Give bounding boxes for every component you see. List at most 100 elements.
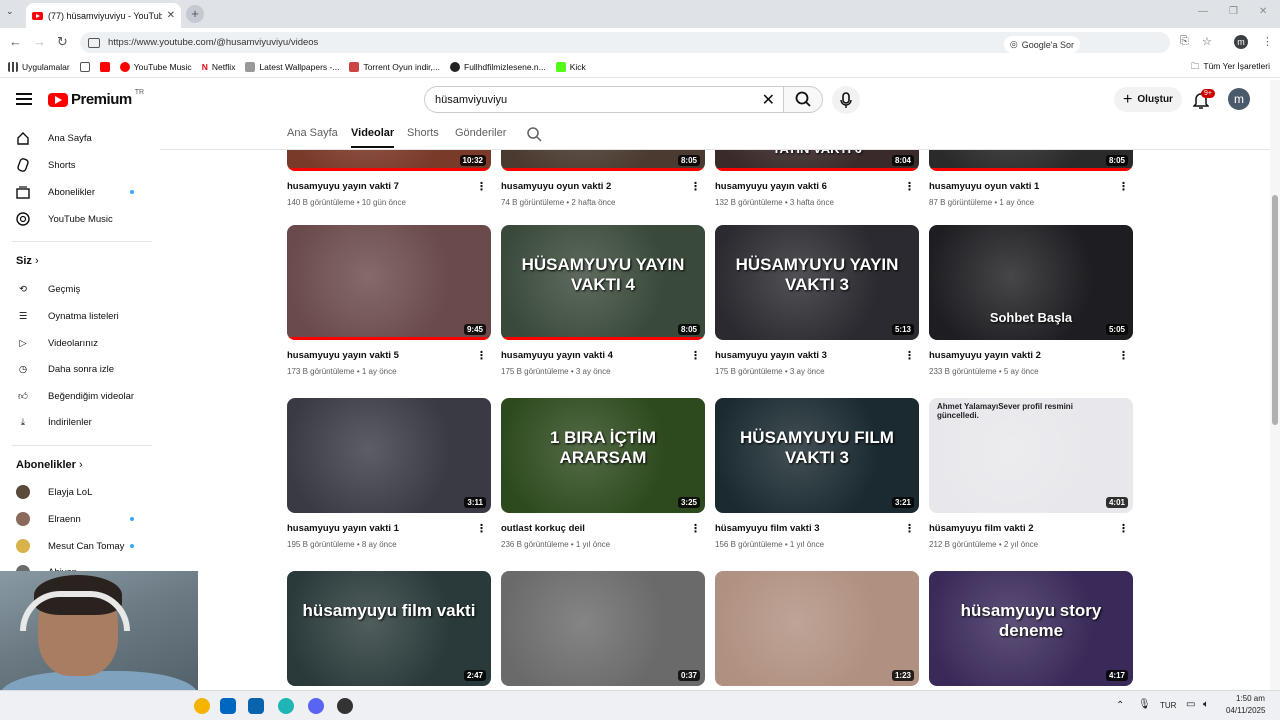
tab-posts[interactable]: Gönderiler — [455, 127, 506, 139]
video-card[interactable]: hüsamyuyu film vakti 2:47 — [287, 571, 491, 690]
video-thumbnail[interactable]: HÜSAMYUYU FILM VAKTI 3 3:21 — [715, 398, 919, 513]
sidebar-item-your-videos[interactable]: ▷ Videolarınız — [16, 330, 146, 356]
video-more-actions-icon[interactable]: ⋮ — [476, 349, 487, 362]
video-thumbnail[interactable]: 0:37 — [501, 571, 705, 686]
sidebar-item-liked-videos[interactable]: 👍︎ Beğendiğim videolar — [16, 383, 146, 409]
video-card[interactable]: 1:23 — [715, 571, 919, 690]
tray-microphone-icon[interactable]: 🎙︎ — [1138, 699, 1151, 710]
tab-shorts[interactable]: Shorts — [407, 127, 439, 139]
video-title[interactable]: husamyuyu yayın vakti 4 — [501, 350, 681, 361]
video-card[interactable]: hüsamyuyu story deneme 4:17 — [929, 571, 1133, 690]
clear-search-icon[interactable]: ✕ — [762, 90, 775, 110]
tab-search-icon[interactable]: ⌄ — [6, 6, 14, 17]
video-thumbnail[interactable]: 1:23 — [715, 571, 919, 686]
chrome-taskbar-icon[interactable] — [194, 698, 210, 714]
video-thumbnail[interactable]: hüsamyuyu film vakti 2:47 — [287, 571, 491, 686]
tray-chevron-icon[interactable]: ⌃ — [1116, 700, 1124, 711]
address-bar[interactable]: https://www.youtube.com/@husamviyuviyu/v… — [80, 32, 1170, 53]
video-more-actions-icon[interactable]: ⋮ — [1118, 180, 1129, 193]
bookmark-apps[interactable]: Uygulamalar — [8, 61, 70, 72]
video-more-actions-icon[interactable]: ⋮ — [1118, 349, 1129, 362]
new-tab-button[interactable]: + — [186, 5, 204, 23]
minimize-icon[interactable]: — — [1198, 6, 1208, 17]
account-avatar[interactable]: m — [1228, 88, 1250, 110]
video-card[interactable]: 9:45 husamyuyu yayın vakti 5 173 B görüntü… — [287, 225, 491, 395]
video-card[interactable]: 8:05 husamyuyu oyun vakti 2 74 B görüntüle… — [501, 150, 705, 226]
bookmark-torrent[interactable]: Torrent Oyun indir,... — [349, 61, 440, 72]
store-taskbar-icon[interactable] — [220, 698, 236, 714]
video-title[interactable]: husamyuyu yayın vakti 6 — [715, 181, 895, 192]
bookmark-kick[interactable]: Kick — [555, 61, 586, 72]
video-card[interactable]: Ahmet YalamayıSever profil resmini günce… — [929, 398, 1133, 568]
video-title[interactable]: husamyuyu yayın vakti 7 — [287, 181, 467, 192]
sidebar-item-history[interactable]: ⟲ Geçmiş — [16, 276, 146, 302]
tab-close-icon[interactable]: ✕ — [167, 10, 175, 21]
video-thumbnail[interactable]: 8:05 — [929, 150, 1133, 171]
google-ask-button[interactable]: ◎ Google'a Sor — [1003, 36, 1080, 53]
tab-videos[interactable]: Videolar — [351, 127, 395, 148]
video-more-actions-icon[interactable]: ⋮ — [1118, 522, 1129, 535]
sidebar-sub-elraenn[interactable]: Elraenn — [16, 506, 146, 532]
tray-volume-icon[interactable]: 🔈︎ — [1203, 699, 1209, 710]
video-more-actions-icon[interactable]: ⋮ — [690, 180, 701, 193]
video-more-actions-icon[interactable]: ⋮ — [904, 180, 915, 193]
clock-time[interactable]: 1:50 am — [1236, 694, 1265, 703]
video-title[interactable]: husamyuyu yayın vakti 2 — [929, 350, 1109, 361]
bookmark-grid[interactable] — [79, 61, 90, 72]
video-more-actions-icon[interactable]: ⋮ — [476, 180, 487, 193]
video-more-actions-icon[interactable]: ⋮ — [904, 522, 915, 535]
video-card[interactable]: 10:32 husamyuyu yayın vakti 7 140 B görünt… — [287, 150, 491, 226]
bookmark-youtube[interactable] — [99, 61, 110, 72]
bookmark-netflix[interactable]: N Netflix — [202, 62, 236, 72]
discord-taskbar-icon[interactable] — [308, 698, 324, 714]
hamburger-menu-icon[interactable] — [16, 93, 32, 105]
video-title[interactable]: husamyuyu oyun vakti 2 — [501, 181, 681, 192]
bookmark-fullhd[interactable]: Fullhdfilmizlesene.n... — [450, 61, 546, 72]
video-more-actions-icon[interactable]: ⋮ — [476, 522, 487, 535]
video-card[interactable]: 3:11 husamyuyu yayın vakti 1 195 B görüntü… — [287, 398, 491, 568]
video-title[interactable]: hüsamyuyu film vakti 2 — [929, 523, 1109, 534]
video-title[interactable]: outlast korkuç deil — [501, 523, 681, 534]
youtube-premium-logo[interactable]: Premium TR — [48, 89, 144, 108]
video-more-actions-icon[interactable]: ⋮ — [904, 349, 915, 362]
video-card[interactable]: HÜSAMYUYU YAYIN VAKTI 4 8:05 husamyuyu yay… — [501, 225, 705, 395]
clock-date[interactable]: 04/11/2025 — [1226, 706, 1265, 715]
video-card[interactable]: 8:05 husamyuyu oyun vakti 1 87 B görüntüle… — [929, 150, 1133, 226]
sidebar-item-home[interactable]: Ana Sayfa — [16, 125, 146, 151]
video-thumbnail[interactable]: HÜSAMYUYU YAYIN VAKTI 4 8:05 — [501, 225, 705, 340]
tray-network-icon[interactable]: ▭ — [1186, 699, 1195, 710]
video-thumbnail[interactable]: 3:11 — [287, 398, 491, 513]
browser-tab-youtube[interactable]: (77) hüsamviyuviyu - YouTube ✕ — [26, 3, 181, 28]
video-more-actions-icon[interactable]: ⋮ — [690, 522, 701, 535]
video-card[interactable]: 0:37 — [501, 571, 705, 690]
video-thumbnail[interactable]: Sohbet Başla 5:05 — [929, 225, 1133, 340]
close-window-icon[interactable]: ✕ — [1259, 6, 1267, 17]
back-arrow-icon[interactable]: ← — [9, 34, 22, 49]
voice-search-button[interactable] — [832, 86, 860, 114]
sidebar-subscriptions-heading[interactable]: Abonelikler › — [16, 459, 83, 471]
bookmark-star-icon[interactable]: ☆ — [1202, 35, 1212, 48]
video-title[interactable]: husamyuyu yayın vakti 3 — [715, 350, 895, 361]
video-card[interactable]: HÜSAMYUYU FILM VAKTI 3 3:21 hüsamyuyu film… — [715, 398, 919, 568]
outlook-taskbar-icon[interactable] — [248, 698, 264, 714]
sidebar-item-watch-later[interactable]: ◷ Daha sonra izle — [16, 356, 146, 382]
sidebar-item-playlists[interactable]: ☰ Oynatma listeleri — [16, 303, 146, 329]
channel-search-icon[interactable] — [526, 126, 542, 142]
video-thumbnail[interactable]: hüsamyuyu story deneme 4:17 — [929, 571, 1133, 686]
tab-home[interactable]: Ana Sayfa — [287, 127, 338, 139]
sidebar-item-youtube-music[interactable]: YouTube Music — [16, 206, 146, 232]
search-button[interactable] — [783, 86, 823, 113]
create-button[interactable]: + Oluştur — [1114, 87, 1182, 112]
all-bookmarks-button[interactable]: 🗀 Tüm Yer İşaretleri — [1191, 61, 1270, 75]
video-card[interactable]: 1 BIRA İÇTİM ARARSAM 3:25 outlast korkuç d… — [501, 398, 705, 568]
sidebar-item-subscriptions[interactable]: Abonelikler — [16, 179, 146, 205]
install-app-icon[interactable]: ⎘ — [1180, 35, 1189, 48]
restore-icon[interactable]: ❐ — [1229, 6, 1238, 17]
video-card[interactable]: YAYIN VAKTI 68:04 husamyuyu yayın vakti 6… — [715, 150, 919, 226]
video-title[interactable]: husamyuyu oyun vakti 1 — [929, 181, 1109, 192]
site-info-icon[interactable] — [88, 37, 100, 48]
sidebar-sub-elayja[interactable]: Elayja LoL — [16, 479, 146, 505]
video-title[interactable]: husamyuyu yayın vakti 5 — [287, 350, 467, 361]
video-thumbnail[interactable]: Ahmet YalamayıSever profil resmini günce… — [929, 398, 1133, 513]
browser-profile-avatar[interactable]: m — [1234, 35, 1248, 49]
